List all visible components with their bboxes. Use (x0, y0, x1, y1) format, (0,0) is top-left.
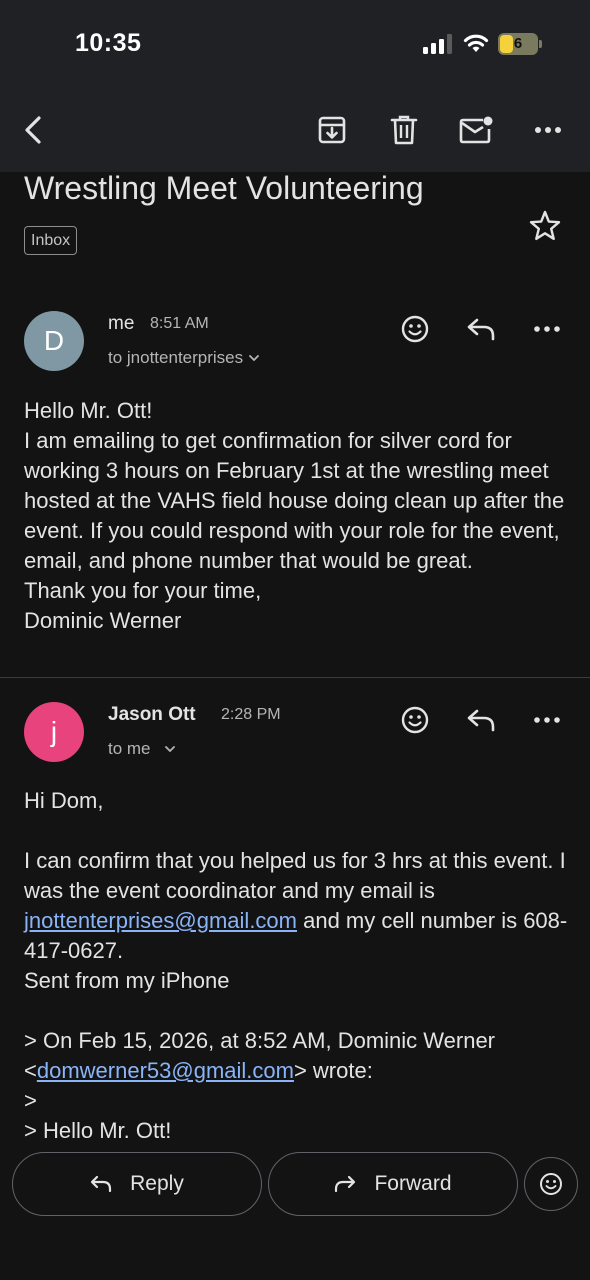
star-icon[interactable] (527, 208, 563, 244)
message-more-icon[interactable] (530, 703, 564, 737)
battery-indicator: 6 (498, 33, 542, 55)
message-time: 8:51 AM (150, 315, 209, 332)
recipient-text: to jnottenterprises (108, 348, 244, 367)
message-body: Hi Dom, I can confirm that you helped us… (24, 786, 569, 1146)
quoted-line: > (24, 1088, 37, 1113)
body-paragraph: I can confirm that you helped us for 3 h… (24, 848, 568, 963)
forward-button[interactable]: Forward (268, 1152, 518, 1216)
mark-unread-icon[interactable] (458, 112, 494, 148)
quoted-line: <domwerner53@gmail.com> wrote: (24, 1058, 373, 1083)
sender-avatar[interactable]: D (24, 311, 84, 371)
battery-level: 6 (513, 35, 523, 52)
add-reaction-icon[interactable] (398, 312, 432, 346)
reply-button[interactable]: Reply (12, 1152, 262, 1216)
email-toolbar (0, 88, 590, 172)
body-line: I am emailing to get confirmation for si… (24, 428, 565, 573)
quoted-line: > Hello Mr. Ott! (24, 1118, 172, 1143)
reply-icon[interactable] (464, 703, 498, 737)
message-body: Hello Mr. Ott! I am emailing to get conf… (24, 396, 569, 636)
sender-name: Jason Ott (108, 704, 196, 725)
recipient-details[interactable]: to me (108, 739, 175, 759)
forward-icon (335, 1175, 356, 1193)
trash-icon[interactable] (386, 112, 422, 148)
body-line: Thank you for your time, (24, 578, 262, 603)
body-greeting: Hi Dom, (24, 788, 104, 813)
email-link[interactable]: jnottenterprises@gmail.com (24, 908, 297, 933)
archive-icon[interactable] (314, 112, 350, 148)
inbox-label-chip[interactable]: Inbox (24, 226, 78, 255)
status-time: 10:35 (75, 29, 142, 57)
more-options-icon[interactable] (530, 112, 566, 148)
reply-icon[interactable] (464, 312, 498, 346)
react-button[interactable] (524, 1157, 578, 1211)
quoted-line: > On Feb 15, 2026, at 8:52 AM, Dominic W… (24, 1028, 496, 1053)
wifi-icon (463, 34, 489, 52)
sender-avatar[interactable]: j (24, 702, 84, 762)
quoted-email-link[interactable]: domwerner53@gmail.com (37, 1058, 294, 1083)
reply-label: Reply (130, 1172, 184, 1195)
add-reaction-icon[interactable] (398, 703, 432, 737)
body-line: Dominic Werner (24, 608, 182, 633)
status-bar: 10:35 6 (0, 0, 590, 88)
message-time: 2:28 PM (221, 706, 281, 723)
email-subject: Wrestling Meet Volunteering (24, 170, 424, 206)
forward-label: Forward (374, 1172, 452, 1195)
recipient-text: to me (108, 739, 151, 758)
message-more-icon[interactable] (530, 312, 564, 346)
recipient-details[interactable]: to jnottenterprises (108, 348, 260, 368)
cellular-signal-icon (423, 34, 452, 54)
sender-name: me (108, 313, 135, 334)
reply-icon (91, 1175, 112, 1193)
emoji-icon (540, 1173, 562, 1195)
chevron-down-icon (164, 746, 175, 753)
body-signature: Sent from my iPhone (24, 968, 230, 993)
message-divider (0, 677, 590, 678)
body-line: Hello Mr. Ott! (24, 398, 153, 423)
chevron-down-icon (249, 355, 260, 362)
back-arrow-icon[interactable] (15, 112, 51, 148)
